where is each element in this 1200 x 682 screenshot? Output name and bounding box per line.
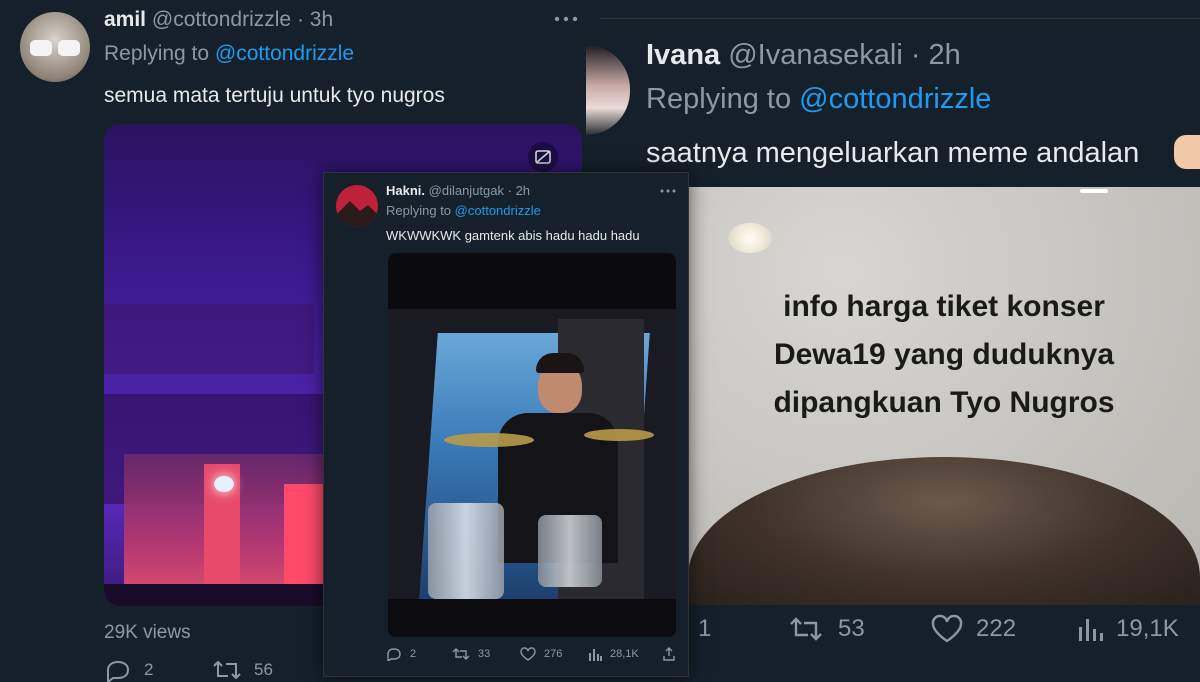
retweet-icon — [213, 660, 241, 680]
retweet-count: 53 — [838, 615, 865, 642]
tweet-text: WKWWKWK gamtenk abis hadu hadu hadu — [386, 228, 640, 243]
reply-count: 2 — [410, 648, 417, 660]
meme-caption-line-2: Dewa19 yang duduknya — [773, 338, 1115, 371]
heart-icon — [520, 647, 536, 661]
timestamp[interactable]: · 3h — [297, 8, 333, 31]
reply-count: 2 — [144, 660, 154, 679]
like-button[interactable]: 276 — [520, 647, 562, 661]
share-icon[interactable] — [662, 647, 676, 661]
reply-count: 1 — [698, 615, 712, 642]
view-count: 28,1K — [610, 648, 639, 660]
like-count: 276 — [544, 648, 563, 660]
tweet-text: saatnya mengeluarkan meme andalan — [646, 137, 1140, 169]
view-count: 29K views — [104, 622, 191, 643]
heart-icon — [931, 614, 963, 643]
display-name[interactable]: Ivana — [646, 39, 720, 71]
user-handle[interactable]: @cottondrizzle — [152, 8, 291, 31]
views-button[interactable]: 28,1K — [588, 647, 639, 661]
more-horizontal-icon[interactable] — [554, 14, 578, 24]
timestamp[interactable]: · 2h — [911, 39, 961, 71]
user-handle[interactable]: @dilanjutgak — [429, 183, 504, 198]
analytics-icon — [589, 649, 602, 661]
timestamp[interactable]: · 2h — [508, 183, 530, 198]
video-settings-icon[interactable] — [528, 142, 558, 172]
retweet-button[interactable]: 53 — [788, 609, 865, 649]
replying-label: Replying to — [386, 203, 452, 218]
display-name[interactable]: Hakni. — [386, 183, 425, 198]
views-button[interactable]: 19,1K — [1076, 609, 1179, 649]
reply-button[interactable]: 1 — [688, 609, 711, 649]
tweet-text: semua mata tertuju untuk tyo nugros — [104, 84, 445, 107]
drummer-photo[interactable] — [388, 253, 676, 637]
analytics-icon — [1079, 619, 1103, 641]
retweet-count: 56 — [254, 660, 273, 679]
right-tweet[interactable]: Ivana @Ivanasekali · 2h Replying to @cot… — [586, 18, 1200, 676]
replying-handle-link[interactable]: @cottondrizzle — [455, 203, 541, 218]
middle-tweet[interactable]: Hakni. @dilanjutgak · 2h Replying to @co… — [323, 172, 689, 677]
retweet-button[interactable]: 56 — [212, 658, 273, 682]
amil-avatar[interactable] — [20, 12, 90, 82]
meme-video[interactable]: info harga tiket konser Dewa19 yang dudu… — [688, 187, 1200, 605]
user-handle[interactable]: @Ivanasekali — [728, 39, 903, 71]
replying-handle-link[interactable]: @cottondrizzle — [215, 42, 354, 65]
display-name[interactable]: amil — [104, 8, 146, 31]
hair-figure — [688, 457, 1200, 605]
replying-label: Replying to — [104, 42, 210, 65]
meme-caption-line-3: dipangkuan Tyo Nugros — [773, 386, 1115, 419]
reply-button[interactable]: 2 — [104, 658, 153, 682]
like-button[interactable]: 222 — [930, 609, 1016, 649]
reply-icon — [387, 648, 401, 661]
view-count: 19,1K — [1116, 615, 1179, 642]
replying-handle-link[interactable]: @cottondrizzle — [799, 83, 991, 115]
thumbs-up-emoji — [1174, 135, 1200, 169]
retweet-icon — [790, 617, 822, 641]
reply-icon — [107, 660, 130, 682]
hakni-avatar[interactable] — [336, 185, 378, 227]
more-horizontal-icon[interactable] — [660, 188, 676, 194]
ivana-avatar[interactable] — [586, 45, 630, 135]
reply-button[interactable]: 2 — [386, 647, 416, 661]
like-count: 222 — [976, 615, 1017, 642]
retweet-count: 33 — [478, 648, 491, 660]
retweet-icon — [452, 648, 470, 660]
replying-label: Replying to — [646, 83, 792, 115]
retweet-button[interactable]: 33 — [452, 647, 490, 661]
meme-caption-line-1: info harga tiket konser — [783, 290, 1105, 323]
